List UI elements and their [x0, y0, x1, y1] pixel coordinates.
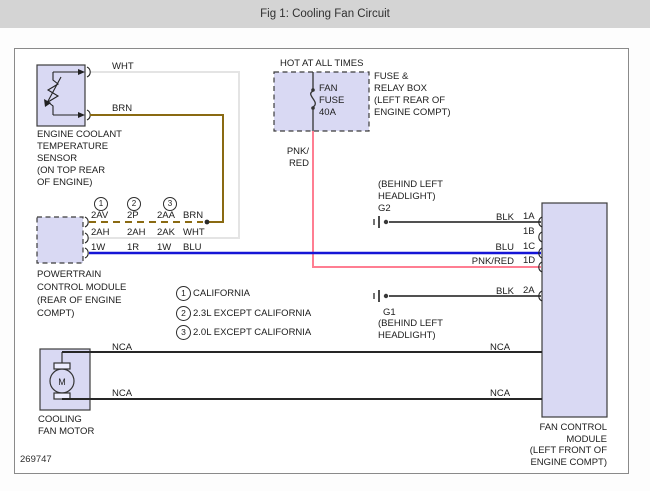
ref-number: 269747 — [20, 454, 52, 465]
motor-label: COOLING FAN MOTOR — [38, 414, 94, 438]
legend-label-1: CALIFORNIA — [193, 289, 250, 298]
legend-label-3: 2.0L EXCEPT CALIFORNIA — [193, 328, 311, 337]
g1-id-label: G1 — [383, 308, 396, 317]
pcm-pin-label: 1W — [91, 243, 105, 252]
legend-marker-3: 3 — [176, 325, 191, 340]
legend-marker-2: 2 — [176, 306, 191, 321]
nca-label: NCA — [112, 389, 132, 398]
sensor-label: ENGINE COOLANT TEMPERATURE SENSOR (ON TO… — [37, 129, 122, 189]
pcm-pin-label: 2AK — [157, 228, 175, 237]
pcm-label: POWERTRAIN CONTROL MODULE (REAR OF ENGIN… — [37, 268, 126, 320]
module-pin-label-1b: 1B — [523, 227, 535, 236]
fuse-name-label: FAN FUSE 40A — [319, 83, 344, 119]
fan-control-module-label: FAN CONTROL MODULE (LEFT FRONT OF ENGINE… — [487, 422, 607, 468]
pcm-pin-label: 2AH — [127, 228, 145, 237]
module-wire-label-1c: BLU — [450, 242, 514, 254]
legend-marker-1: 1 — [176, 286, 191, 301]
nca-label: NCA — [490, 389, 510, 398]
module-wire-label-2a: BLK — [450, 286, 514, 298]
pcm-row-wire-label: WHT — [183, 228, 205, 237]
variant-marker-1: 1 — [94, 197, 108, 211]
sensor-connector-icons — [87, 67, 90, 120]
g2-location-label: (BEHIND LEFT HEADLIGHT) — [378, 179, 443, 203]
module-pin-label-2a: 2A — [523, 286, 535, 295]
pcm-connector-icons — [85, 217, 88, 258]
pcm-pin-label: 2AV — [91, 211, 108, 220]
fuse-box-label: FUSE & RELAY BOX (LEFT REAR OF ENGINE CO… — [374, 71, 451, 119]
module-wire-label-1a: BLK — [450, 212, 514, 224]
nca-label: NCA — [490, 343, 510, 352]
junction-dot — [205, 220, 210, 225]
g1-location-label: (BEHIND LEFT HEADLIGHT) — [378, 318, 443, 342]
pcm-pin-label: 2AA — [157, 211, 175, 220]
brn-wire-label: BRN — [112, 103, 132, 115]
variant-marker-3: 3 — [163, 197, 177, 211]
pcm-row-wire-label: BRN — [183, 211, 203, 220]
variant-marker-2: 2 — [127, 197, 141, 211]
module-pin-label-1c: 1C — [523, 242, 535, 251]
wiring-diagram-page: Fig 1: Cooling Fan Circuit — [0, 0, 650, 491]
hot-at-all-times-label: HOT AT ALL TIMES — [280, 58, 363, 70]
pcm-pin-label: 2AH — [91, 228, 109, 237]
g2-id-label: G2 — [378, 204, 391, 213]
nca-label: NCA — [112, 343, 132, 352]
pcm-pin-label: 1W — [157, 243, 171, 252]
wht-wire-label: WHT — [112, 61, 134, 73]
module-wire-label-1d: PNK/RED — [450, 256, 514, 268]
pcm-box — [37, 217, 83, 263]
module-pin-label-1d: 1D — [523, 256, 535, 265]
g2-ground-icon — [374, 216, 388, 228]
g1-ground-icon — [374, 290, 388, 302]
motor-symbol-letter: M — [58, 377, 66, 387]
legend-label-2: 2.3L EXCEPT CALIFORNIA — [193, 309, 311, 318]
module-pin-label-1a: 1A — [523, 212, 535, 221]
pnk-red-wire-label: PNK/ RED — [278, 146, 309, 170]
fan-control-module-box — [542, 203, 607, 417]
sensor-box — [37, 65, 85, 126]
pcm-pin-label: 2P — [127, 211, 139, 220]
pcm-row-wire-label: BLU — [183, 243, 201, 252]
pcm-pin-label: 1R — [127, 243, 139, 252]
